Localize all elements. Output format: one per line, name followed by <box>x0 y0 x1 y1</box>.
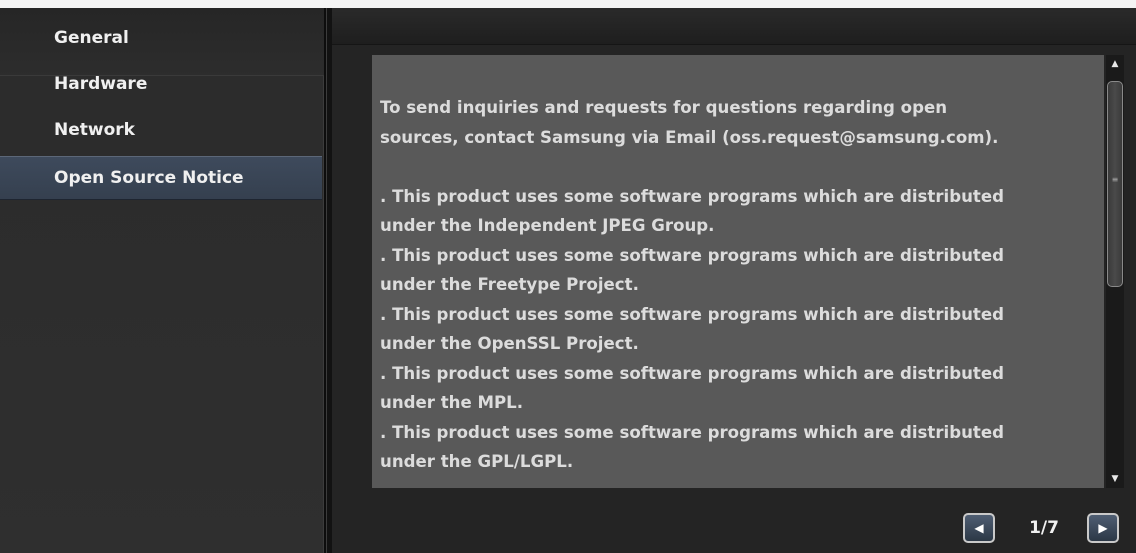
right-arrow-icon: ▶ <box>1098 521 1108 535</box>
sidebar-item-hardware[interactable]: Hardware <box>0 62 322 106</box>
scroll-down-icon[interactable]: ▼ <box>1106 470 1124 488</box>
notice-panel: To send inquiries and requests for quest… <box>372 55 1104 488</box>
sidebar-item-network[interactable]: Network <box>0 108 322 152</box>
grip-icon: ≡ <box>1111 175 1119 184</box>
page-indicator: 1/7 <box>1029 518 1059 538</box>
sidebar-item-open-source-notice[interactable]: Open Source Notice <box>0 156 322 200</box>
content-pane: To send inquiries and requests for quest… <box>332 8 1136 553</box>
previous-page-button[interactable]: ◀ <box>963 513 995 543</box>
next-page-button[interactable]: ▶ <box>1087 513 1119 543</box>
vertical-scrollbar[interactable]: ▲ ≡ ▼ <box>1106 55 1124 488</box>
settings-window: General Hardware Network Open Source Not… <box>0 0 1136 553</box>
content-header <box>332 8 1136 45</box>
sidebar: General Hardware Network Open Source Not… <box>0 8 326 553</box>
scroll-up-icon[interactable]: ▲ <box>1106 55 1124 73</box>
scroll-thumb[interactable]: ≡ <box>1107 81 1123 287</box>
open-source-notice-text: To send inquiries and requests for quest… <box>380 98 1004 471</box>
left-arrow-icon: ◀ <box>974 521 984 535</box>
sidebar-item-general[interactable]: General <box>0 16 322 60</box>
top-strip <box>0 0 1136 8</box>
